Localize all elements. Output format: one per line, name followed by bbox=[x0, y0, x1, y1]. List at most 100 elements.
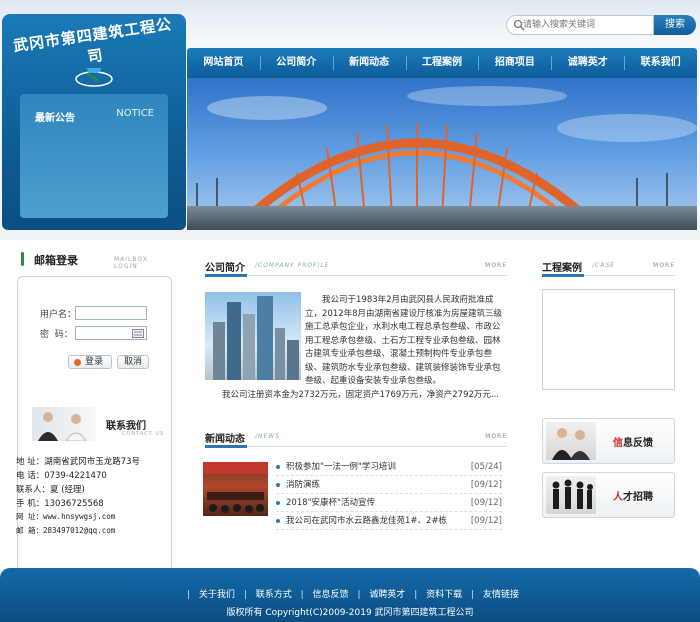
about-text: 我公司于1983年2月由武冈县人民政府批准成立，2012年8月由湖南省建设厅核准… bbox=[205, 294, 507, 402]
notice-title-en: NOTICE bbox=[116, 108, 154, 119]
jobs-label-rest: 才招聘 bbox=[623, 492, 653, 503]
news-item-date: [09/12] bbox=[470, 516, 502, 526]
footer-separator: | bbox=[300, 590, 304, 600]
cases-section-header: 工程案例 /CASE MORE bbox=[542, 258, 675, 277]
news-item-date: [09/12] bbox=[470, 480, 502, 490]
news-section-header: 新闻动态 /NEWS MORE bbox=[205, 429, 507, 448]
about-title: 公司简介 bbox=[205, 263, 245, 274]
nav-item-investment[interactable]: 招商项目 bbox=[478, 48, 551, 78]
mailbox-login-panel: 邮箱登录 MAILBOX LOGIN 用户名： 密 码： 登录 取消 联系我们 … bbox=[14, 246, 174, 596]
password-label: 密 码： bbox=[40, 330, 73, 340]
username-label: 用户名： bbox=[40, 310, 77, 320]
password-field[interactable] bbox=[75, 326, 147, 340]
feedback-label: 信息反馈 bbox=[613, 434, 653, 449]
contact-person: 联系人：夏 (经理) bbox=[16, 485, 85, 495]
jobs-label: 人才招聘 bbox=[613, 488, 653, 503]
about-paragraph-2: 我公司注册资本金为2732万元，固定资产1769万元，净资产2792万元... bbox=[222, 389, 500, 400]
news-item-title[interactable]: 积极参加"一法一例"学习培训 bbox=[286, 458, 396, 476]
bullet-icon bbox=[276, 483, 280, 487]
news-more-link[interactable]: MORE bbox=[485, 433, 507, 440]
footer-link-downloads[interactable]: 资料下载 bbox=[426, 590, 462, 600]
company-logo-icon bbox=[75, 68, 113, 87]
contact-address: 地 址：湖南省武冈市玉龙路73号 bbox=[16, 457, 141, 467]
footer-link-contact[interactable]: 联系方式 bbox=[256, 590, 292, 600]
copyright-text: 版权所有 Copyright(C)2009-2019 武冈市第四建筑工程公司 bbox=[226, 608, 474, 618]
footer-separator: | bbox=[187, 590, 191, 600]
main-nav: 网站首页 公司简介 新闻动态 工程案例 招商项目 诚聘英才 联系我们 bbox=[187, 48, 697, 78]
jobs-link[interactable]: 人才招聘 bbox=[542, 472, 675, 518]
nav-item-jobs[interactable]: 诚聘英才 bbox=[551, 48, 624, 78]
notice-header: 最新公告 NOTICE bbox=[20, 104, 168, 128]
contact-title: 联系我们 bbox=[106, 421, 146, 432]
news-item[interactable]: 消防演练 [09/12] bbox=[276, 476, 502, 494]
footer-separator: | bbox=[357, 590, 361, 600]
notice-box: 最新公告 NOTICE bbox=[20, 94, 168, 218]
hero-banner bbox=[187, 78, 697, 230]
news-item-title[interactable]: 2018"安康杯"活动宣传 bbox=[286, 494, 375, 512]
news-item-date: [05/24] bbox=[470, 462, 502, 472]
footer-separator: | bbox=[471, 590, 475, 600]
search-box bbox=[506, 15, 654, 35]
section-underline bbox=[542, 274, 584, 277]
cases-title: 工程案例 bbox=[542, 263, 582, 274]
login-box: 用户名： 密 码： 登录 取消 联系我们 CONTACT US 地 址：湖南省武… bbox=[16, 276, 172, 576]
notice-title: 最新公告 bbox=[35, 113, 75, 124]
feedback-link[interactable]: 信息反馈 bbox=[542, 418, 675, 464]
cases-more-link[interactable]: MORE bbox=[653, 262, 675, 269]
news-item-title[interactable]: 我公司在武冈市水云路鑫龙佳苑1#、2#栋 bbox=[286, 512, 447, 530]
text-wrap-spacer bbox=[205, 294, 305, 382]
contact-website[interactable]: 网 址：www.hnsywgsj.com bbox=[16, 511, 115, 522]
jobs-label-highlight: 人 bbox=[613, 492, 623, 503]
contact-title-en: CONTACT US bbox=[122, 431, 165, 437]
nav-item-cases[interactable]: 工程案例 bbox=[405, 48, 479, 78]
feedback-label-rest: 息反馈 bbox=[623, 438, 653, 449]
about-more-link[interactable]: MORE bbox=[485, 262, 507, 269]
news-photo bbox=[203, 462, 268, 516]
footer-link-friends[interactable]: 友情链接 bbox=[483, 590, 519, 600]
news-item-title[interactable]: 消防演练 bbox=[286, 476, 320, 494]
section-underline bbox=[205, 445, 247, 448]
nav-item-contact[interactable]: 联系我们 bbox=[624, 48, 697, 78]
news-item[interactable]: 积极参加"一法一例"学习培训 [05/24] bbox=[276, 458, 502, 476]
news-item[interactable]: 2018"安康杯"活动宣传 [09/12] bbox=[276, 494, 502, 512]
nav-item-home[interactable]: 网站首页 bbox=[187, 48, 260, 78]
bridge-deck bbox=[187, 206, 697, 230]
username-field[interactable] bbox=[75, 306, 147, 320]
news-title-en: /NEWS bbox=[255, 433, 281, 440]
footer-separator: | bbox=[243, 590, 247, 600]
login-button-label: 登录 bbox=[84, 357, 103, 367]
section-marker bbox=[21, 252, 24, 266]
login-title: 邮箱登录 bbox=[34, 254, 78, 267]
bullet-icon bbox=[276, 501, 280, 505]
contact-mobile: 手 机：13036725568 bbox=[16, 499, 104, 509]
contact-email[interactable]: 邮 箱：283497012@qq.com bbox=[16, 525, 115, 536]
login-title-en: MAILBOX LOGIN bbox=[114, 256, 148, 270]
footer-separator: | bbox=[414, 590, 418, 600]
search-input[interactable] bbox=[523, 18, 651, 32]
contact-phone: 电 话：0739-4221470 bbox=[16, 471, 107, 481]
news-title: 新闻动态 bbox=[205, 434, 245, 445]
search-button[interactable]: 搜索 bbox=[654, 15, 696, 35]
bullet-icon bbox=[276, 465, 280, 469]
news-list: 积极参加"一法一例"学习培训 [05/24] 消防演练 [09/12] 2018… bbox=[276, 458, 502, 530]
login-button[interactable]: 登录 bbox=[68, 355, 112, 369]
about-section-header: 公司简介 /COMPANY PROFILE MORE bbox=[205, 258, 507, 277]
cases-title-en: /CASE bbox=[592, 262, 615, 269]
nav-item-news[interactable]: 新闻动态 bbox=[332, 48, 406, 78]
footer-link-about[interactable]: 关于我们 bbox=[199, 590, 235, 600]
news-item-date: [09/12] bbox=[470, 498, 502, 508]
nav-item-about[interactable]: 公司简介 bbox=[259, 48, 333, 78]
cancel-button[interactable]: 取消 bbox=[117, 355, 149, 369]
feedback-photo bbox=[546, 422, 596, 460]
section-underline bbox=[205, 274, 247, 277]
footer-link-feedback[interactable]: 信息反馈 bbox=[313, 590, 349, 600]
footer-links: | 关于我们 | 联系方式 | 信息反馈 | 诚聘英才 | 资料下载 | 友情链… bbox=[0, 587, 700, 600]
jobs-photo bbox=[546, 476, 596, 514]
login-icon bbox=[74, 359, 81, 366]
about-title-en: /COMPANY PROFILE bbox=[255, 262, 330, 269]
footer-link-jobs[interactable]: 诚聘英才 bbox=[369, 590, 405, 600]
keyboard-icon[interactable] bbox=[132, 329, 144, 338]
news-item[interactable]: 我公司在武冈市水云路鑫龙佳苑1#、2#栋 [09/12] bbox=[276, 512, 502, 530]
contact-photo bbox=[32, 407, 96, 441]
logo-notice-panel: 武冈市第四建筑工程公司 最新公告 NOTICE bbox=[2, 14, 186, 230]
